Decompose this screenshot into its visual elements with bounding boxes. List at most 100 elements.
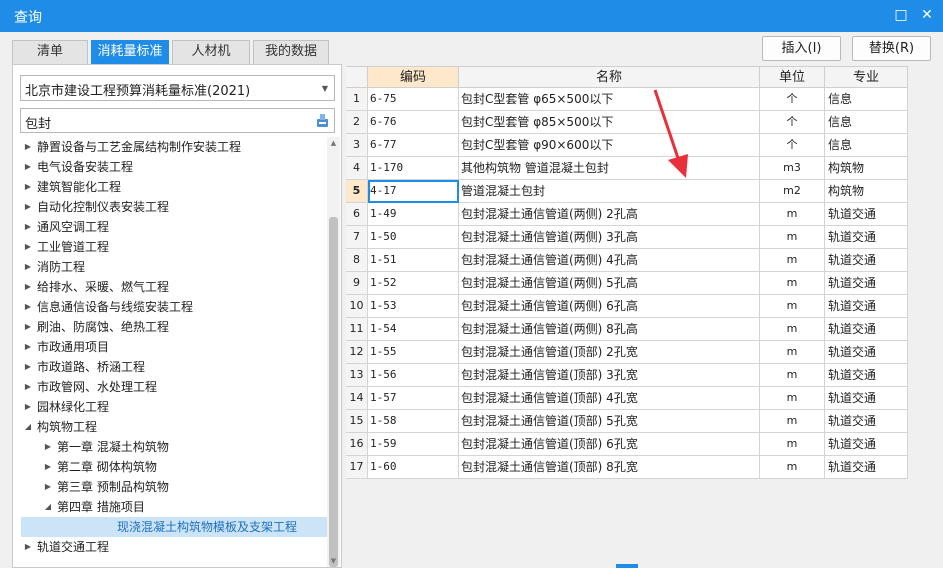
cell-code[interactable]: 1-49 (368, 203, 459, 226)
tab-bill[interactable]: 清单 (12, 40, 88, 64)
cell-name[interactable]: 包封混凝土通信管道(两侧) 5孔高 (459, 272, 760, 295)
table-row[interactable]: 13 1-56 包封混凝土通信管道(顶部) 3孔宽 m 轨道交通 (346, 364, 908, 387)
horizontal-scroll-thumb[interactable] (616, 564, 638, 568)
row-number[interactable]: 14 (346, 387, 368, 410)
expand-arrow-icon[interactable]: ▶ (23, 317, 33, 337)
expand-arrow-icon[interactable]: ▶ (23, 277, 33, 297)
tree-node[interactable]: ▶ 消防工程 (21, 257, 327, 277)
tree-node[interactable]: ▶ 市政道路、桥涵工程 (21, 357, 327, 377)
table-row[interactable]: 14 1-57 包封混凝土通信管道(顶部) 4孔宽 m 轨道交通 (346, 387, 908, 410)
table-row[interactable]: 11 1-54 包封混凝土通信管道(两侧) 8孔高 m 轨道交通 (346, 318, 908, 341)
tab-consumption-standard[interactable]: 消耗量标准 (91, 40, 169, 64)
cell-code[interactable]: 4-17 (368, 180, 459, 203)
cell-specialty[interactable]: 轨道交通 (825, 387, 908, 410)
cell-specialty[interactable]: 轨道交通 (825, 433, 908, 456)
expand-arrow-icon[interactable]: ▶ (43, 437, 53, 457)
tree-node[interactable]: ▶ 市政通用项目 (21, 337, 327, 357)
scroll-up-icon[interactable]: ▲ (327, 137, 340, 149)
expand-arrow-icon[interactable]: ▶ (23, 197, 33, 217)
cell-name[interactable]: 包封混凝土通信管道(顶部) 6孔宽 (459, 433, 760, 456)
tree-node[interactable]: ▶ 第一章 混凝土构筑物 (21, 437, 327, 457)
cell-name[interactable]: 包封混凝土通信管道(两侧) 4孔高 (459, 249, 760, 272)
table-row[interactable]: 3 6-77 包封C型套管 φ90×600以下个信息 (346, 134, 908, 157)
expand-arrow-icon[interactable]: ▶ (23, 337, 33, 357)
cell-unit[interactable]: 个 (760, 134, 825, 157)
restore-button[interactable]: □ (892, 6, 910, 24)
close-button[interactable]: ✕ (918, 6, 936, 24)
table-row[interactable]: 17 1-60 包封混凝土通信管道(顶部) 8孔宽 m 轨道交通 (346, 456, 908, 479)
cell-unit[interactable]: m3 (760, 157, 825, 180)
tree-node[interactable]: ▶ 刷油、防腐蚀、绝热工程 (21, 317, 327, 337)
table-row[interactable]: 5 4-17 管道混凝土包封 m2 构筑物 (346, 180, 908, 203)
tree-node[interactable]: ▶ 自动化控制仪表安装工程 (21, 197, 327, 217)
row-number[interactable]: 4 (346, 157, 368, 180)
expand-arrow-icon[interactable]: ▶ (23, 537, 33, 557)
cell-name[interactable]: 其他构筑物 管道混凝土包封 (459, 157, 760, 180)
row-number[interactable]: 10 (346, 295, 368, 318)
cell-code[interactable]: 1-170 (368, 157, 459, 180)
tree-node[interactable]: ▶ 电气设备安装工程 (21, 157, 327, 177)
tree-node[interactable]: ▶ 工业管道工程 (21, 237, 327, 257)
tree-node[interactable]: ▶ 园林绿化工程 (21, 397, 327, 417)
row-number[interactable]: 17 (346, 456, 368, 479)
table-row[interactable]: 8 1-51 包封混凝土通信管道(两侧) 4孔高 m 轨道交通 (346, 249, 908, 272)
cell-unit[interactable]: m (760, 410, 825, 433)
table-row[interactable]: 10 1-53 包封混凝土通信管道(两侧) 6孔高 m 轨道交通 (346, 295, 908, 318)
tree-node[interactable]: ▶ 市政管网、水处理工程 (21, 377, 327, 397)
cell-code[interactable]: 1-55 (368, 341, 459, 364)
cell-unit[interactable]: m2 (760, 180, 825, 203)
cell-code[interactable]: 1-50 (368, 226, 459, 249)
cell-specialty[interactable]: 轨道交通 (825, 272, 908, 295)
row-number[interactable]: 6 (346, 203, 368, 226)
table-row[interactable]: 6 1-49 包封混凝土通信管道(两侧) 2孔高 m 轨道交通 (346, 203, 908, 226)
cell-code[interactable]: 6-76 (368, 111, 459, 134)
table-row[interactable]: 12 1-55 包封混凝土通信管道(顶部) 2孔宽 m 轨道交通 (346, 341, 908, 364)
tab-my-data[interactable]: 我的数据 (253, 40, 329, 64)
cell-specialty[interactable]: 轨道交通 (825, 341, 908, 364)
row-number[interactable]: 3 (346, 134, 368, 157)
search-filter-icon[interactable] (314, 112, 331, 129)
row-number[interactable]: 11 (346, 318, 368, 341)
cell-unit[interactable]: m (760, 272, 825, 295)
tab-labor-material-machine[interactable]: 人材机 (172, 40, 250, 64)
tree-node[interactable]: 现浇混凝土构筑物模板及支架工程 (21, 517, 327, 537)
row-number[interactable]: 5 (346, 180, 368, 203)
cell-specialty[interactable]: 轨道交通 (825, 226, 908, 249)
cell-code[interactable]: 6-75 (368, 88, 459, 111)
cell-unit[interactable]: 个 (760, 111, 825, 134)
cell-code[interactable]: 1-56 (368, 364, 459, 387)
tree-scrollbar[interactable]: ▲ ▼ (327, 137, 340, 567)
row-number[interactable]: 7 (346, 226, 368, 249)
expand-arrow-icon[interactable]: ▶ (23, 237, 33, 257)
collapse-arrow-icon[interactable]: ◢ (23, 417, 33, 437)
expand-arrow-icon[interactable]: ▶ (23, 377, 33, 397)
cell-specialty[interactable]: 构筑物 (825, 180, 908, 203)
table-row[interactable]: 1 6-75 包封C型套管 φ65×500以下个信息 (346, 88, 908, 111)
cell-unit[interactable]: m (760, 226, 825, 249)
cell-unit[interactable]: m (760, 249, 825, 272)
cell-name[interactable]: 包封混凝土通信管道(两侧) 8孔高 (459, 318, 760, 341)
cell-unit[interactable]: m (760, 295, 825, 318)
row-number[interactable]: 2 (346, 111, 368, 134)
expand-arrow-icon[interactable]: ▶ (23, 257, 33, 277)
table-row[interactable]: 15 1-58 包封混凝土通信管道(顶部) 5孔宽 m 轨道交通 (346, 410, 908, 433)
cell-code[interactable]: 1-52 (368, 272, 459, 295)
expand-arrow-icon[interactable]: ▶ (23, 157, 33, 177)
cell-name[interactable]: 包封C型套管 φ85×500以下 (459, 111, 760, 134)
cell-code[interactable]: 1-60 (368, 456, 459, 479)
column-header-specialty[interactable]: 专业 (825, 66, 908, 88)
expand-arrow-icon[interactable]: ▶ (23, 217, 33, 237)
cell-code[interactable]: 1-57 (368, 387, 459, 410)
cell-code[interactable]: 1-51 (368, 249, 459, 272)
cell-specialty[interactable]: 构筑物 (825, 157, 908, 180)
tree-node[interactable]: ▶ 轨道交通工程 (21, 537, 327, 557)
cell-unit[interactable]: m (760, 387, 825, 410)
cell-unit[interactable]: m (760, 456, 825, 479)
cell-name[interactable]: 包封C型套管 φ65×500以下 (459, 88, 760, 111)
cell-specialty[interactable]: 信息 (825, 111, 908, 134)
cell-specialty[interactable]: 轨道交通 (825, 364, 908, 387)
cell-specialty[interactable]: 轨道交通 (825, 410, 908, 433)
cell-specialty[interactable]: 轨道交通 (825, 249, 908, 272)
expand-arrow-icon[interactable]: ▶ (23, 177, 33, 197)
tree-node[interactable]: ▶ 第二章 砌体构筑物 (21, 457, 327, 477)
